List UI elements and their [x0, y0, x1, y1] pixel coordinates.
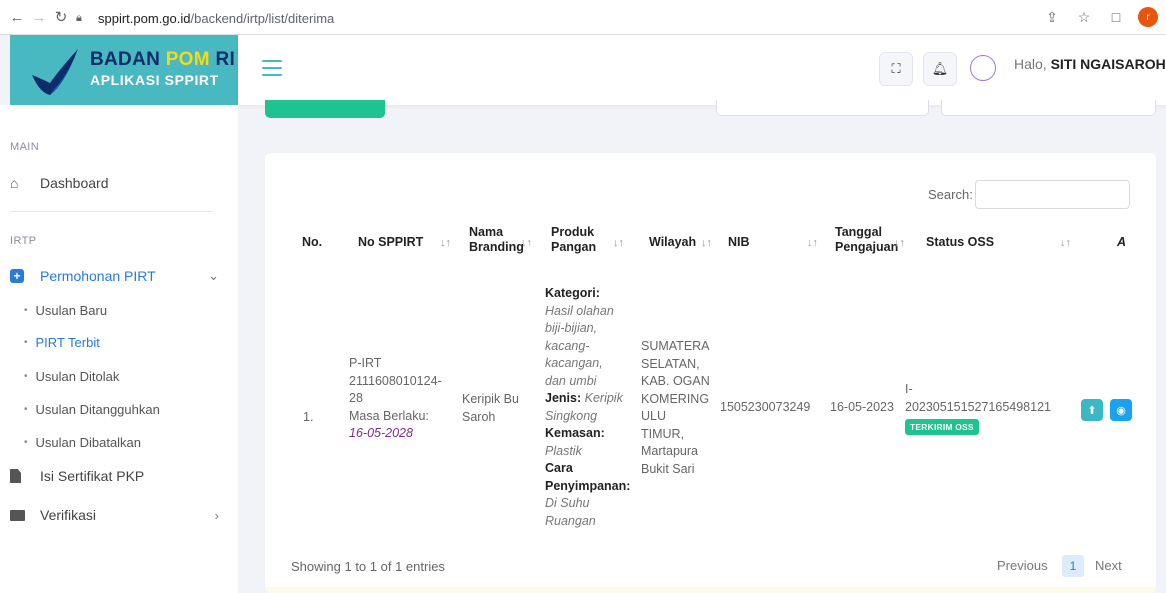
file-icon — [10, 469, 34, 483]
checkmark-logo-icon — [32, 49, 78, 95]
cell-status-oss: I- 202305151527165498121 — [905, 382, 1051, 414]
th-nama-branding[interactable]: Nama Branding — [469, 225, 524, 255]
browser-toolbar: ← → ↻ 🔒︎ sppirt.pom.go.id/backend/irtp/l… — [0, 0, 1166, 35]
url-domain: sppirt.pom.go.id — [98, 10, 191, 26]
status-badge: TERKIRIM OSS — [905, 419, 979, 435]
cell-no-sppirt: P-IRT 2111608010124- 28 Masa Berlaku: 16… — [349, 356, 442, 440]
profile-avatar[interactable]: r — [1138, 7, 1158, 27]
share-icon[interactable]: ⇪ — [1042, 7, 1062, 27]
filter-field-partial[interactable] — [716, 100, 929, 116]
window-icon[interactable]: □ — [1106, 7, 1126, 27]
previous-button[interactable]: Previous — [997, 558, 1048, 573]
th-no-sppirt[interactable]: No SPPIRT — [358, 235, 423, 250]
sidebar-item-verifikasi[interactable]: Verifikasi › — [10, 503, 225, 527]
upload-button[interactable]: ⬆ — [1081, 399, 1103, 421]
search-label: Search: — [928, 187, 973, 202]
eye-icon: ◉ — [1116, 404, 1126, 417]
cell-no: 1. — [303, 410, 314, 424]
reload-icon[interactable]: ↻ — [50, 6, 72, 28]
th-no[interactable]: No. — [302, 235, 322, 250]
user-greeting[interactable]: Halo, SITI NGAISAROH — [1014, 56, 1166, 72]
section-main: MAIN — [10, 141, 40, 153]
sidebar-item-dashboard[interactable]: ⌂ Dashboard — [10, 171, 225, 195]
lock-icon: 🔒︎ — [76, 11, 82, 24]
sort-icon[interactable]: ↓↑ — [894, 237, 905, 249]
cell-nama-branding: Keripik Bu Saroh — [462, 392, 519, 424]
th-nib[interactable]: NIB — [728, 235, 750, 250]
chevron-down-icon: ⌄ — [208, 268, 219, 283]
url-path: /backend/irtp/list/diterima — [190, 10, 335, 26]
next-button[interactable]: Next — [1095, 558, 1122, 573]
sort-icon[interactable]: ↓↑ — [521, 237, 532, 249]
logo-subtitle: APLIKASI SPPIRT — [90, 72, 219, 88]
sidebar-sub-usulan-baru[interactable]: Usulan Baru — [24, 303, 108, 318]
sidebar-sub-usulan-ditolak[interactable]: Usulan Ditolak — [24, 369, 120, 384]
address-bar[interactable]: 🔒︎ sppirt.pom.go.id/backend/irtp/list/di… — [76, 6, 896, 30]
sidebar-item-permohonan-pirt[interactable]: + Permohonan PIRT ⌄ — [10, 264, 225, 288]
cell-wilayah: SUMATERA SELATAN, KAB. OGAN KOMERING ULU… — [641, 339, 710, 476]
add-button-partial[interactable] — [265, 100, 385, 118]
sort-icon[interactable]: ↓↑ — [701, 237, 712, 249]
upload-icon: ⬆ — [1087, 404, 1097, 417]
sidebar: MAIN ⌂ Dashboard IRTP + Permohonan PIRT ⌄… — [0, 105, 238, 593]
entries-info: Showing 1 to 1 of 1 entries — [291, 559, 445, 574]
sidebar-sub-usulan-ditangguhkan[interactable]: Usulan Ditangguhkan — [24, 402, 160, 417]
filter-field-partial-2[interactable] — [941, 100, 1156, 116]
chevron-right-icon: › — [214, 507, 219, 523]
sort-icon[interactable]: ↓↑ — [1060, 237, 1071, 249]
card-bottom-strip — [265, 587, 1156, 593]
plus-square-icon: + — [10, 269, 34, 283]
app-logo[interactable]: BADAN POM RI APLIKASI SPPIRT — [10, 35, 238, 105]
sidebar-sub-usulan-dibatalkan[interactable]: Usulan Dibatalkan — [24, 435, 142, 450]
sidebar-divider — [10, 211, 213, 212]
logo-title: BADAN POM RI — [90, 49, 236, 70]
menu-toggle-icon[interactable] — [262, 60, 282, 76]
sort-icon[interactable]: ↓↑ — [613, 237, 624, 249]
star-icon[interactable]: ☆ — [1074, 7, 1094, 27]
sort-icon[interactable]: ↓↑ — [807, 237, 818, 249]
fullscreen-icon[interactable]: ⛶ — [879, 52, 913, 86]
sort-icon[interactable]: ↓↑ — [440, 237, 451, 249]
back-icon[interactable]: ← — [6, 6, 28, 28]
th-produk-pangan[interactable]: Produk Pangan — [551, 225, 596, 255]
forward-icon[interactable]: → — [28, 6, 50, 28]
sidebar-item-isi-sertifikat[interactable]: Isi Sertifikat PKP — [10, 464, 225, 488]
bell-icon[interactable]: 🔔︎ — [923, 52, 957, 86]
data-table-card: Search: No. No SPPIRT ↓↑ Nama Branding ↓↑… — [265, 153, 1156, 593]
cell-produk-pangan: Kategori: Hasil olahan biji-bijian, kaca… — [545, 286, 631, 528]
th-wilayah[interactable]: Wilayah — [649, 235, 696, 250]
home-icon: ⌂ — [10, 175, 19, 191]
monitor-icon — [10, 509, 34, 521]
cell-nib: 1505230073249 — [720, 400, 811, 414]
search-input[interactable] — [975, 180, 1130, 209]
th-aksi-partial[interactable]: A — [1117, 235, 1126, 250]
sidebar-sub-pirt-terbit[interactable]: PIRT Terbit — [24, 335, 100, 350]
cell-tanggal: 16-05-2023 — [830, 400, 894, 414]
page-1-button[interactable]: 1 — [1062, 555, 1084, 577]
th-status-oss[interactable]: Status OSS — [926, 235, 994, 250]
top-header: ⛶ 🔔︎ Halo, SITI NGAISAROH — [238, 35, 1166, 105]
view-button[interactable]: ◉ — [1110, 399, 1132, 421]
th-tanggal-pengajuan[interactable]: Tanggal Pengajuan — [835, 225, 898, 255]
section-irtp: IRTP — [10, 235, 37, 247]
user-avatar-icon[interactable] — [970, 55, 996, 81]
